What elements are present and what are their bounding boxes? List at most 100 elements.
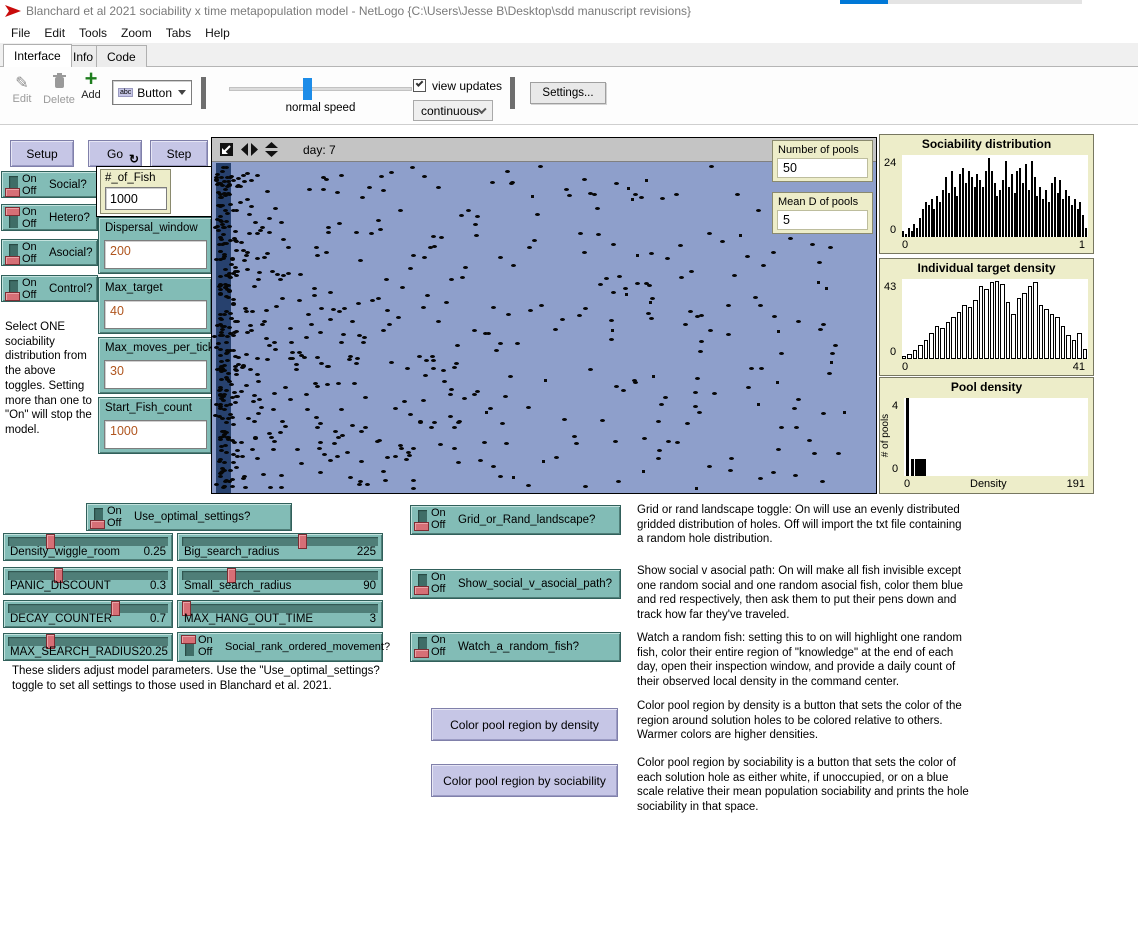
switch-grid-or-rand-landscape[interactable]: OnOff Grid_or_Rand_landscape? xyxy=(410,505,621,535)
switch-use-optimal-settings[interactable]: OnOff Use_optimal_settings? xyxy=(86,503,292,531)
switch-handle[interactable] xyxy=(5,292,20,301)
slider-density-wiggle-room[interactable]: Density_wiggle_room0.25 xyxy=(3,533,173,561)
x-axis-label: Density xyxy=(970,478,1007,490)
edit-widget-button[interactable]: ✎ Edit xyxy=(8,73,36,105)
menu-tabs[interactable]: Tabs xyxy=(159,23,198,43)
widget-type-chooser[interactable]: abc Button xyxy=(112,80,192,105)
slider-track xyxy=(182,571,378,580)
slider-big-search-radius[interactable]: Big_search_radius225 xyxy=(177,533,383,561)
input-label: Start_Fish_count xyxy=(99,398,211,414)
input-max-target[interactable]: Max_target 40 xyxy=(98,277,212,334)
slider-small-search-radius[interactable]: Small_search_radius90 xyxy=(177,567,383,595)
switch-onoff-labels: OnOff xyxy=(431,507,446,531)
slider-caption: PANIC_DISCOUNT0.3 xyxy=(10,580,166,592)
color-pool-by-sociability-button[interactable]: Color pool region by sociability xyxy=(431,764,618,797)
slider-track xyxy=(8,604,168,613)
update-mode-value: continuous xyxy=(421,104,479,118)
input-max-moves-per-tick[interactable]: Max_moves_per_tick 30 xyxy=(98,337,212,394)
view-updates-checkbox[interactable] xyxy=(413,79,426,92)
x-min-tick: 0 xyxy=(904,478,910,490)
input-label: Max_moves_per_tick xyxy=(99,338,211,354)
plot-title: Pool density xyxy=(880,380,1093,394)
speed-slider-label: normal speed xyxy=(229,102,412,114)
input-field[interactable]: 40 xyxy=(104,300,207,329)
menu-file[interactable]: File xyxy=(4,23,37,43)
switch-hetero[interactable]: OnOff Hetero? xyxy=(1,204,98,231)
setup-button[interactable]: Setup xyxy=(10,140,74,167)
monitor-mean-d-of-pools: Mean D of pools 5 xyxy=(772,192,873,234)
input-dispersal-window[interactable]: Dispersal_window 200 xyxy=(98,217,212,274)
switch-handle[interactable] xyxy=(181,635,196,644)
tab-interface[interactable]: Interface xyxy=(3,44,72,67)
delete-label: Delete xyxy=(40,94,78,106)
slider-track xyxy=(8,571,168,580)
switch-watch-a-random-fish[interactable]: OnOff Watch_a_random_fish? xyxy=(410,632,621,662)
netlogo-logo-icon xyxy=(5,4,22,18)
delete-widget-button[interactable]: Delete xyxy=(40,73,78,106)
switch-handle[interactable] xyxy=(414,522,429,531)
note-show-social: Show social v asocial path: On will make… xyxy=(637,564,969,623)
update-mode-dropdown[interactable]: continuous xyxy=(413,100,493,121)
switch-social[interactable]: OnOff Social? xyxy=(1,171,98,198)
switch-label: Use_optimal_settings? xyxy=(134,504,250,530)
slider-caption: DECAY_COUNTER0.7 xyxy=(10,613,166,625)
switch-asocial[interactable]: OnOff Asocial? xyxy=(1,239,98,266)
switch-label: Show_social_v_asocial_path? xyxy=(458,570,612,598)
switch-handle[interactable] xyxy=(414,586,429,595)
switch-handle[interactable] xyxy=(414,649,429,658)
input-label: Dispersal_window xyxy=(99,218,211,234)
interface-toolbar: ✎ Edit Delete + Add abc Button normal sp… xyxy=(0,67,1138,125)
add-widget-button[interactable]: + Add xyxy=(78,69,104,101)
input-field[interactable]: 1000 xyxy=(105,187,167,210)
plot-canvas xyxy=(902,279,1088,359)
menu-help[interactable]: Help xyxy=(198,23,237,43)
slider-max-hang-out-time[interactable]: MAX_HANG_OUT_TIME3 xyxy=(177,600,383,628)
switch-social-rank-ordered-movement[interactable]: OnOff Social_rank_ordered_movement? xyxy=(177,632,383,662)
slider-caption: Big_search_radius225 xyxy=(184,546,376,558)
input-label: #_of_Fish xyxy=(101,170,170,184)
x-max-tick: 1 xyxy=(1079,239,1085,251)
input-field[interactable]: 30 xyxy=(104,360,207,389)
slider-track xyxy=(182,537,378,546)
plot-title: Individual target density xyxy=(880,261,1093,275)
note-sliders: These sliders adjust model parameters. U… xyxy=(12,664,384,693)
switch-handle[interactable] xyxy=(5,256,20,265)
settings-button[interactable]: Settings... xyxy=(530,82,606,104)
step-button[interactable]: Step xyxy=(150,140,208,167)
tab-bar: Interface Info Code xyxy=(0,43,1138,67)
tab-code[interactable]: Code xyxy=(96,45,147,67)
input-start-fish-count[interactable]: Start_Fish_count 1000 xyxy=(98,397,212,454)
slider-max-search-radius2[interactable]: MAX_SEARCH_RADIUS20.25 xyxy=(3,633,173,661)
horizontal-arrows-icon[interactable] xyxy=(241,143,258,156)
switch-show-social-v-asocial-path[interactable]: OnOff Show_social_v_asocial_path? xyxy=(410,569,621,599)
vertical-arrows-icon[interactable] xyxy=(265,142,278,157)
menu-zoom[interactable]: Zoom xyxy=(114,23,159,43)
menu-edit[interactable]: Edit xyxy=(37,23,72,43)
world-view[interactable]: day: 7 xyxy=(211,137,877,494)
accent-strip-blue xyxy=(840,0,888,4)
edit-view-icon[interactable] xyxy=(219,142,234,157)
trash-icon xyxy=(53,73,66,89)
monitor-value: 5 xyxy=(777,210,868,230)
slider-decay-counter[interactable]: DECAY_COUNTER0.7 xyxy=(3,600,173,628)
switch-control[interactable]: OnOff Control? xyxy=(1,275,98,302)
color-pool-by-density-button[interactable]: Color pool region by density xyxy=(431,708,618,741)
switch-onoff-labels: OnOff xyxy=(22,206,37,230)
speed-slider-handle[interactable] xyxy=(303,78,312,100)
input-num-fish[interactable]: #_of_Fish 1000 xyxy=(100,169,171,214)
go-button[interactable]: Go ↻ xyxy=(88,140,142,167)
pencil-icon: ✎ xyxy=(8,73,36,93)
switch-label: Social? xyxy=(49,172,87,197)
note-color-sociability: Color pool region by sociability is a bu… xyxy=(637,756,969,815)
slider-panic-discount[interactable]: PANIC_DISCOUNT0.3 xyxy=(3,567,173,595)
menu-tools[interactable]: Tools xyxy=(72,23,114,43)
x-max-tick: 191 xyxy=(1067,478,1085,490)
input-field[interactable]: 200 xyxy=(104,240,207,269)
switch-handle[interactable] xyxy=(5,207,20,216)
speed-slider-track[interactable] xyxy=(229,87,412,91)
switch-handle[interactable] xyxy=(90,520,105,529)
switch-handle[interactable] xyxy=(5,188,20,197)
slider-caption: MAX_SEARCH_RADIUS20.25 xyxy=(10,646,166,658)
monitor-number-of-pools: Number of pools 50 xyxy=(772,140,873,182)
input-field[interactable]: 1000 xyxy=(104,420,207,449)
